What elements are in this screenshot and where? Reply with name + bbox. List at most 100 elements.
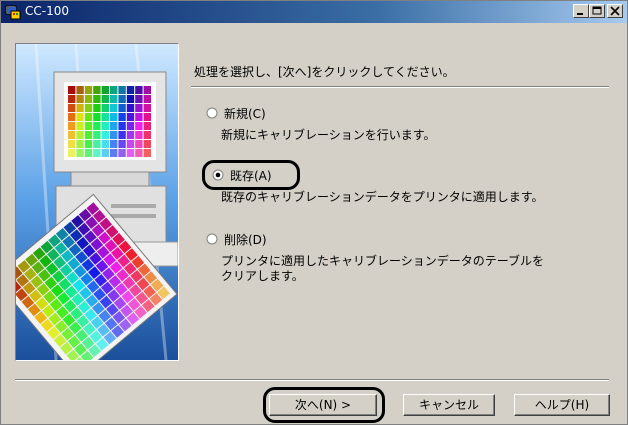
color-swatch — [126, 131, 135, 139]
window-title: CC-100 — [25, 4, 69, 18]
title-bar[interactable]: CC-100 — [1, 1, 627, 23]
color-swatch — [93, 131, 101, 139]
color-swatch — [126, 86, 135, 94]
color-swatch — [93, 113, 101, 121]
color-swatch — [84, 149, 93, 157]
calibration-illustration — [15, 43, 179, 361]
color-swatch — [110, 86, 118, 94]
restore-icon — [592, 6, 602, 15]
description-delete-line-2: クリアします。 — [221, 269, 304, 283]
color-swatch — [101, 113, 109, 121]
color-swatch — [68, 86, 76, 94]
color-swatch — [118, 113, 126, 121]
color-swatch — [126, 113, 135, 121]
color-swatch — [135, 140, 143, 148]
minimize-icon — [577, 13, 583, 15]
color-swatch — [93, 86, 101, 94]
color-swatch — [84, 86, 93, 94]
color-swatch — [101, 86, 109, 94]
radio-label-new: 新規(C) — [224, 107, 266, 121]
color-swatch — [110, 113, 118, 121]
color-swatch — [110, 104, 118, 112]
color-swatch — [135, 104, 143, 112]
color-swatch — [118, 86, 126, 94]
color-swatch — [93, 95, 101, 103]
color-swatch — [126, 149, 135, 157]
color-swatch — [68, 140, 76, 148]
color-swatch — [110, 122, 118, 130]
color-swatch — [118, 140, 126, 148]
app-icon — [5, 5, 21, 20]
color-swatch — [110, 140, 118, 148]
color-swatch — [101, 122, 109, 130]
color-swatch — [84, 95, 93, 103]
help-button[interactable]: ヘルプ(H) — [514, 394, 610, 416]
close-icon — [610, 6, 620, 16]
color-swatch — [101, 140, 109, 148]
color-swatch — [68, 95, 76, 103]
color-swatch — [135, 113, 143, 121]
color-swatch — [143, 131, 151, 139]
color-swatch — [76, 131, 84, 139]
radio-option-delete[interactable]: 削除(D) — [206, 231, 326, 247]
color-swatch — [110, 95, 118, 103]
color-swatch — [118, 149, 126, 157]
color-swatch — [93, 104, 101, 112]
color-swatch — [93, 140, 101, 148]
color-swatch — [143, 122, 151, 130]
color-swatch — [101, 95, 109, 103]
instruction-text: 処理を選択し、[次へ]をクリックしてください。 — [194, 65, 455, 79]
color-swatch — [93, 122, 101, 130]
description-existing-line-1: 既存のキャリブレーションデータをプリンタに適用します。 — [221, 190, 544, 204]
highlight-next-button — [263, 387, 385, 423]
color-swatch — [135, 131, 143, 139]
color-swatch — [101, 104, 109, 112]
color-swatch — [143, 113, 151, 121]
color-swatch — [84, 113, 93, 121]
highlight-selected-option — [202, 160, 300, 190]
cancel-button[interactable]: キャンセル — [403, 394, 495, 416]
color-swatch — [68, 113, 76, 121]
color-swatch — [126, 104, 135, 112]
color-swatch — [135, 95, 143, 103]
color-swatch — [126, 122, 135, 130]
color-swatch — [84, 131, 93, 139]
color-swatch — [110, 131, 118, 139]
description-new-line-1: 新規にキャリブレーションを行います。 — [221, 128, 436, 142]
color-swatch — [135, 122, 143, 130]
description-delete: プリンタに適用したキャリブレーションデータのテーブルを クリアします。 — [221, 254, 544, 284]
color-swatch — [126, 95, 135, 103]
close-button[interactable] — [607, 4, 623, 18]
color-swatch — [68, 131, 76, 139]
color-swatch — [118, 122, 126, 130]
dialog-window: CC-100 処理を選択し、[次へ]をクリックしてください。 新規(C) 新規に… — [0, 0, 628, 425]
color-swatch — [76, 104, 84, 112]
color-swatch — [84, 104, 93, 112]
color-swatch — [76, 86, 84, 94]
color-swatch — [118, 131, 126, 139]
separator-top — [191, 86, 609, 88]
monitor-color-chart-illustration — [16, 44, 178, 360]
color-swatch — [143, 149, 151, 157]
color-swatch — [93, 149, 101, 157]
color-swatch — [68, 104, 76, 112]
minimize-button[interactable] — [573, 4, 589, 18]
color-swatch — [118, 95, 126, 103]
color-swatch — [68, 149, 76, 157]
description-new: 新規にキャリブレーションを行います。 — [221, 128, 436, 143]
description-delete-line-1: プリンタに適用したキャリブレーションデータのテーブルを — [221, 254, 545, 268]
radio-option-new[interactable]: 新規(C) — [206, 105, 326, 121]
color-swatch — [143, 86, 151, 94]
restore-button[interactable] — [589, 4, 605, 18]
color-swatch — [101, 149, 109, 157]
color-swatch — [110, 149, 118, 157]
radio-label-delete: 削除(D) — [224, 233, 267, 247]
color-swatch — [68, 122, 76, 130]
color-swatch — [76, 122, 84, 130]
color-swatch — [84, 140, 93, 148]
color-swatch — [135, 149, 143, 157]
radio-circle-new — [206, 107, 218, 119]
color-swatch — [101, 131, 109, 139]
separator-bottom — [15, 379, 609, 381]
color-swatch — [76, 113, 84, 121]
